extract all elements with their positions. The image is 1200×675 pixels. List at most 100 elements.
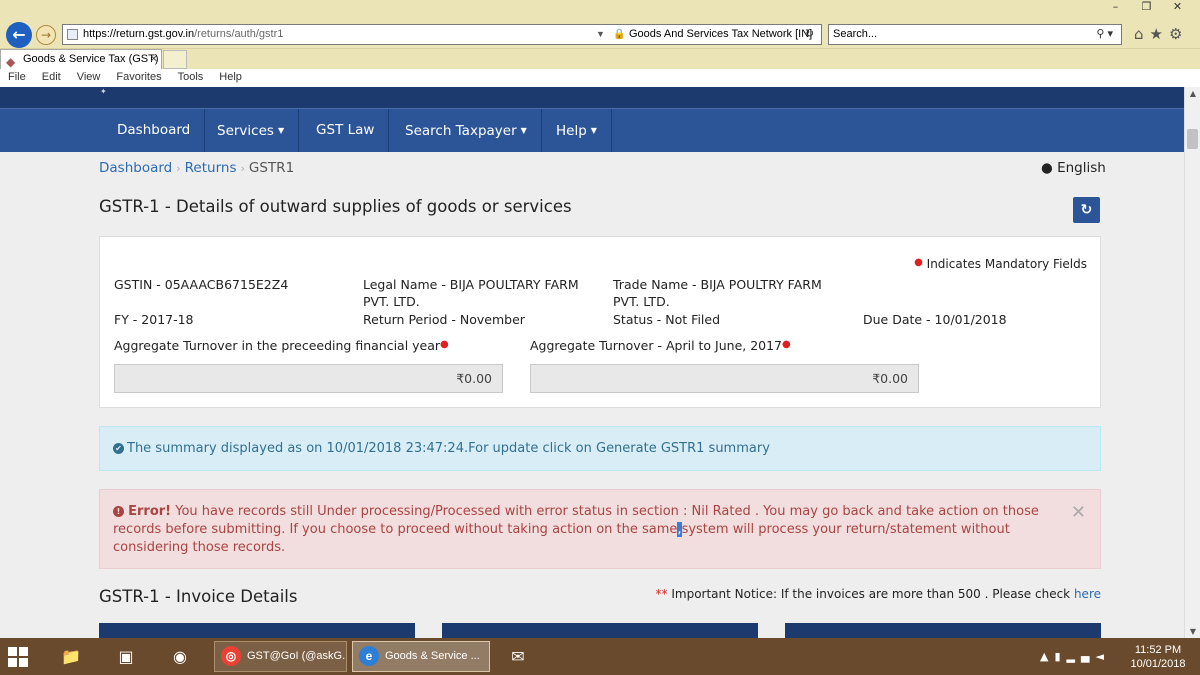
invoice-tile[interactable] bbox=[99, 623, 415, 638]
turnover-q-label: Aggregate Turnover - April to June, 2017… bbox=[530, 338, 791, 353]
page-content: ✦ Dashboard Services ▼ GST Law Search Tax… bbox=[0, 87, 1184, 638]
scroll-up-icon[interactable]: ▲ bbox=[1185, 89, 1200, 98]
notice-here-link[interactable]: here bbox=[1074, 587, 1101, 601]
taskbar-chrome-window[interactable]: ◎ GST@GoI (@askG... bbox=[214, 641, 347, 672]
browser-search-input[interactable]: Search... ⚲ ▾ bbox=[828, 24, 1122, 45]
internet-explorer-icon: e bbox=[359, 646, 379, 667]
emblem-icon: ✦ bbox=[100, 87, 107, 96]
mandatory-dot-icon: ● bbox=[914, 257, 923, 268]
scroll-thumb[interactable] bbox=[1187, 129, 1198, 149]
home-icon[interactable]: ⌂ bbox=[1134, 25, 1150, 43]
page-icon bbox=[67, 29, 78, 40]
browser-menubar: File Edit View Favorites Tools Help bbox=[0, 69, 1200, 87]
invoice-tile[interactable] bbox=[785, 623, 1101, 638]
windows-taskbar: 📁 ▣ ◉ ◎ GST@GoI (@askG... e Goods & Servic… bbox=[0, 638, 1200, 675]
media-player-icon[interactable]: ◉ bbox=[160, 641, 200, 672]
chevron-down-icon: ▼ bbox=[590, 126, 597, 135]
chevron-down-icon: ▼ bbox=[520, 126, 527, 135]
lock-icon[interactable]: 🔒 bbox=[613, 25, 625, 44]
window-controls: – ❐ ✕ bbox=[1100, 0, 1200, 18]
breadcrumb-separator-icon: › bbox=[240, 162, 245, 175]
menu-tools[interactable]: Tools bbox=[170, 69, 212, 86]
favicon-icon: ◆ bbox=[6, 55, 16, 69]
new-tab-button[interactable] bbox=[163, 50, 187, 69]
address-bar[interactable]: https://return.gst.gov.in/returns/auth/g… bbox=[62, 24, 822, 45]
menu-edit[interactable]: Edit bbox=[34, 69, 69, 86]
vertical-scrollbar[interactable]: ▲ ▼ bbox=[1184, 87, 1200, 638]
app-icon[interactable]: ▣ bbox=[106, 641, 146, 672]
system-tray[interactable]: ▲▮▂▄◄ bbox=[1040, 650, 1110, 663]
summary-info-text: The summary displayed as on 10/01/2018 2… bbox=[127, 441, 770, 456]
return-period-field: Return Period - November bbox=[363, 312, 525, 327]
address-dropdown-icon[interactable]: ▼ bbox=[596, 25, 605, 44]
nav-dashboard[interactable]: Dashboard bbox=[103, 109, 206, 152]
restore-icon[interactable]: ❐ bbox=[1131, 0, 1162, 13]
legal-name-field: Legal Name - BIJA POULTARY FARM PVT. LTD. bbox=[363, 277, 579, 309]
signal-icon[interactable]: ▂▄ bbox=[1067, 650, 1096, 663]
notice-text: Important Notice: If the invoices are mo… bbox=[667, 587, 1074, 601]
breadcrumb: Dashboard › Returns › GSTR1 bbox=[99, 160, 294, 176]
settings-gear-icon[interactable]: ⚙ bbox=[1169, 25, 1188, 43]
volume-icon[interactable]: ◄ bbox=[1095, 650, 1109, 663]
file-explorer-icon[interactable]: 📁 bbox=[51, 641, 91, 672]
error-title: Error! bbox=[128, 504, 172, 519]
site-identity[interactable]: Goods And Services Tax Network [IN] bbox=[629, 25, 812, 44]
windows-start-icon[interactable] bbox=[8, 647, 28, 667]
nav-search-taxpayer[interactable]: Search Taxpayer ▼ bbox=[391, 109, 542, 152]
menu-help[interactable]: Help bbox=[211, 69, 250, 86]
status-field: Status - Not Filed bbox=[613, 312, 721, 327]
clock-date: 10/01/2018 bbox=[1130, 658, 1186, 670]
nav-services[interactable]: Services ▼ bbox=[203, 109, 300, 152]
search-placeholder: Search... bbox=[833, 28, 878, 40]
tab-row: ◆ Goods & Service Tax (GST) | ... ✕ bbox=[0, 48, 1200, 70]
turnover-q-input[interactable]: ₹0.00 bbox=[530, 364, 919, 393]
menu-file[interactable]: File bbox=[0, 69, 34, 86]
favorites-star-icon[interactable]: ★ bbox=[1150, 25, 1169, 43]
breadcrumb-current: GSTR1 bbox=[248, 160, 295, 176]
gstin-field: GSTIN - 05AAACB6715E2Z4 bbox=[114, 277, 289, 292]
due-date-field: Due Date - 10/01/2018 bbox=[863, 312, 1007, 327]
tab-close-icon[interactable]: ✕ bbox=[150, 50, 158, 69]
notice-marker: ** bbox=[655, 587, 668, 601]
browser-tab-active[interactable]: ◆ Goods & Service Tax (GST) | ... ✕ bbox=[0, 49, 162, 70]
summary-info-alert: ✔ The summary displayed as on 10/01/2018 … bbox=[99, 426, 1101, 471]
taskbar-ie-window[interactable]: e Goods & Service ... bbox=[352, 641, 490, 672]
forward-button[interactable]: → bbox=[36, 25, 56, 45]
browser-titlebar: – ❐ ✕ ← → https://return.gst.gov.in/return… bbox=[0, 0, 1200, 48]
refresh-icon[interactable]: ↻ bbox=[805, 25, 814, 44]
clock-time: 11:52 PM bbox=[1134, 644, 1182, 656]
refresh-summary-button[interactable]: ↻ bbox=[1073, 197, 1100, 223]
close-window-icon[interactable]: ✕ bbox=[1162, 0, 1193, 13]
nav-help[interactable]: Help ▼ bbox=[542, 109, 612, 152]
taxpayer-details-card: ● Indicates Mandatory Fields GSTIN - 05A… bbox=[99, 236, 1101, 408]
address-url: https://return.gst.gov.in/returns/auth/g… bbox=[83, 28, 284, 40]
globe-icon: ● bbox=[1041, 160, 1053, 176]
chevron-down-icon: ▼ bbox=[277, 126, 285, 135]
invoice-tile[interactable] bbox=[442, 623, 758, 638]
turnover-prev-input[interactable]: ₹0.00 bbox=[114, 364, 503, 393]
error-alert: ! Error! You have records still Under pr… bbox=[99, 489, 1101, 569]
tray-expand-icon[interactable]: ▲ bbox=[1040, 650, 1054, 663]
breadcrumb-returns[interactable]: Returns bbox=[185, 160, 237, 176]
scroll-down-icon[interactable]: ▼ bbox=[1185, 627, 1200, 636]
language-selector[interactable]: ● English bbox=[1041, 160, 1106, 176]
mandatory-dot-icon: ● bbox=[782, 339, 791, 350]
turnover-prev-label: Aggregate Turnover in the preceeding fin… bbox=[114, 338, 449, 353]
taskbar-clock[interactable]: 11:52 PM 10/01/2018 bbox=[1128, 643, 1188, 671]
minimize-icon[interactable]: – bbox=[1100, 0, 1131, 13]
menu-view[interactable]: View bbox=[69, 69, 109, 86]
search-icon[interactable]: ⚲ ▾ bbox=[1096, 25, 1113, 44]
mandatory-note: ● Indicates Mandatory Fields bbox=[914, 257, 1087, 271]
back-button[interactable]: ← bbox=[6, 22, 32, 48]
battery-icon[interactable]: ▮ bbox=[1054, 650, 1066, 663]
close-icon[interactable]: ✕ bbox=[1071, 504, 1086, 522]
menu-favorites[interactable]: Favorites bbox=[108, 69, 169, 86]
breadcrumb-dashboard[interactable]: Dashboard bbox=[99, 160, 172, 176]
invoice-details-title: GSTR-1 - Invoice Details bbox=[99, 587, 298, 606]
page-title: GSTR-1 - Details of outward supplies of … bbox=[99, 197, 572, 216]
nav-gst-law[interactable]: GST Law bbox=[302, 109, 390, 152]
outlook-icon[interactable]: ✉ bbox=[498, 641, 538, 672]
chrome-icon: ◎ bbox=[221, 646, 241, 667]
trade-name-field: Trade Name - BIJA POULTRY FARM PVT. LTD. bbox=[613, 277, 822, 309]
mandatory-dot-icon: ● bbox=[440, 339, 449, 350]
